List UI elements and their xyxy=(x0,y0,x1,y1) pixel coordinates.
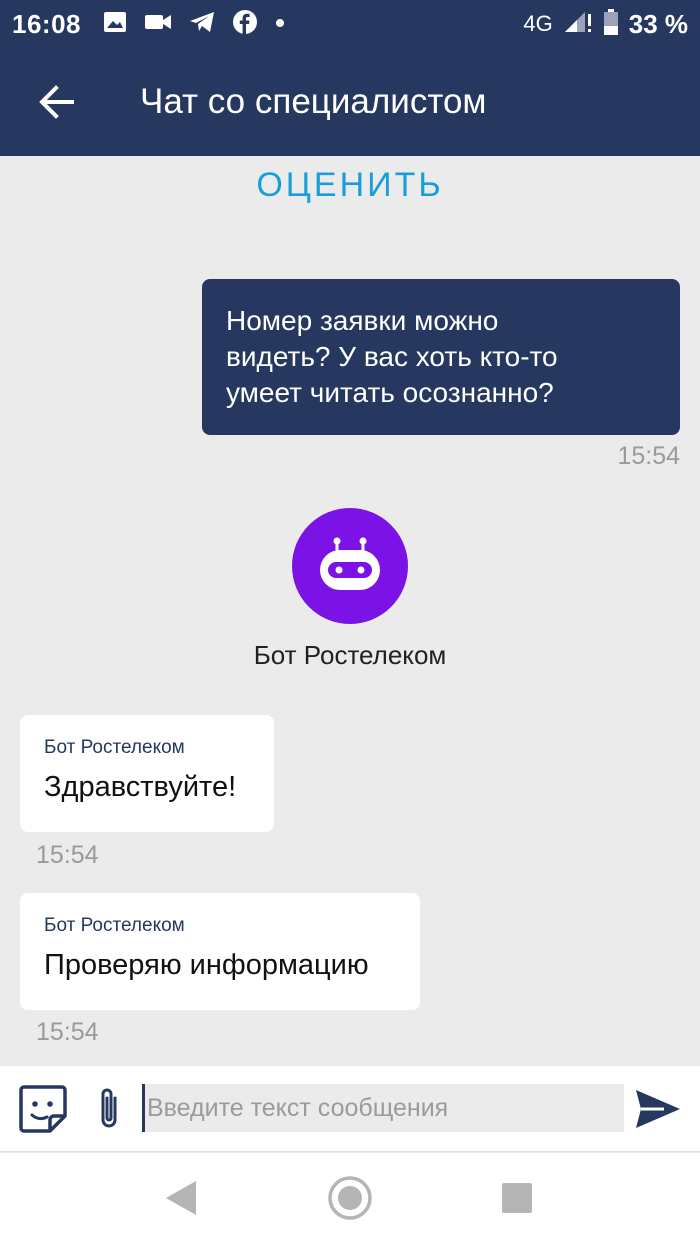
message-composer xyxy=(0,1066,700,1152)
incoming-message: Бот Ростелеком Здравствуйте! xyxy=(20,715,274,832)
paperclip-icon xyxy=(101,1088,117,1128)
network-type: 4G xyxy=(523,11,553,36)
attach-button[interactable] xyxy=(94,1086,124,1132)
nav-back-button[interactable] xyxy=(164,1179,198,1217)
facebook-icon xyxy=(233,9,257,39)
nav-recents-button[interactable] xyxy=(502,1183,532,1213)
status-bar: 16:08 4G 33 % xyxy=(0,0,700,48)
status-time: 16:08 xyxy=(12,8,81,39)
message-sender: Бот Ростелеком xyxy=(44,915,185,936)
outgoing-message: Номер заявки можно видеть? У вас хоть кт… xyxy=(202,279,680,435)
telegram-icon xyxy=(189,11,215,38)
message-text: Проверяю информацию xyxy=(44,949,369,981)
message-line: видеть? У вас хоть кто-то xyxy=(226,341,558,372)
app-bar: Чат со специалистом xyxy=(0,48,700,156)
message-line: умеет читать осознанно? xyxy=(226,377,554,408)
image-icon xyxy=(103,11,127,38)
system-nav-bar xyxy=(0,1153,700,1244)
triangle-back-icon xyxy=(166,1181,196,1215)
page-title: Чат со специалистом xyxy=(140,82,487,121)
sticker-icon xyxy=(19,1085,67,1133)
message-text: Здравствуйте! xyxy=(44,771,237,803)
sticker-button[interactable] xyxy=(18,1084,68,1134)
battery-percent: 33 % xyxy=(628,8,688,39)
back-button[interactable] xyxy=(16,62,96,142)
message-time: 15:54 xyxy=(36,841,99,869)
bot-avatar xyxy=(292,508,408,624)
battery-icon xyxy=(603,8,619,40)
notification-icons xyxy=(103,9,285,39)
incoming-message: Бот Ростелеком Проверяю информацию xyxy=(20,893,420,1010)
send-icon xyxy=(636,1090,680,1128)
rate-button[interactable]: ОЦЕНИТЬ xyxy=(0,166,700,205)
send-button[interactable] xyxy=(634,1088,682,1130)
bot-name: Бот Ростелеком xyxy=(253,640,447,670)
message-time: 15:54 xyxy=(36,1018,99,1046)
home-circle-icon xyxy=(328,1176,372,1220)
message-time: 15:54 xyxy=(617,442,680,470)
video-icon xyxy=(145,13,171,36)
message-sender: Бот Ростелеком xyxy=(44,737,185,758)
signal-icon xyxy=(563,10,593,39)
arrow-left-icon xyxy=(39,85,74,119)
system-icons: 4G 33 % xyxy=(523,8,688,40)
nav-home-button[interactable] xyxy=(327,1175,373,1221)
message-line: Номер заявки можно xyxy=(226,305,499,336)
dot-icon xyxy=(275,15,285,33)
message-input[interactable] xyxy=(142,1084,624,1132)
robot-icon xyxy=(320,537,380,590)
